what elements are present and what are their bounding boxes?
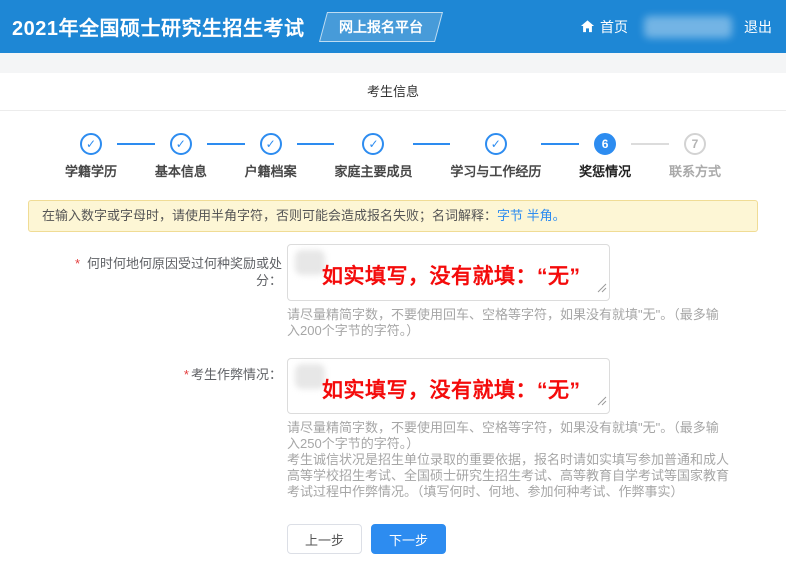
check-icon: ✓ (362, 133, 384, 155)
byte-term-link[interactable]: 字节 (497, 208, 523, 223)
step-label: 学习与工作经历 (450, 161, 541, 180)
previous-step-button[interactable]: 上一步 (287, 524, 362, 554)
page-title: 2021年全国硕士研究生招生考试 (12, 12, 305, 41)
reward-punishment-help-text: 请尽量精简字数，不要使用回车、空格等字符，如果没有就填"无"。（最多输 入200… (287, 307, 769, 339)
step-xuexi-gongzuo: ✓ 学习与工作经历 (450, 133, 541, 180)
step-connector (413, 143, 451, 145)
candidate-info-panel: 考生信息 ✓ 学籍学历 ✓ 基本信息 ✓ 户籍档案 ✓ 家庭主要成员 ✓ 学习与… (0, 73, 786, 566)
username-redacted (644, 16, 732, 38)
next-step-button[interactable]: 下一步 (371, 524, 446, 554)
notice-suffix: 。 (553, 208, 566, 223)
step-connector (207, 143, 245, 145)
step-label: 联系方式 (669, 161, 721, 180)
integrity-explanation-text: 考生诚信状况是招生单位录取的重要依据，报名时请如实填写参加普通和成人 高等学校招… (287, 452, 769, 500)
resize-handle-icon[interactable] (597, 393, 607, 411)
home-link-label: 首页 (600, 17, 628, 37)
reward-punishment-row: *何时何地何原因受过何种奖励或处分： 如实填写，没有就填：“无” (0, 244, 786, 301)
reward-punishment-label: *何时何地何原因受过何种奖励或处分： (0, 244, 282, 289)
step-number: 6 (594, 133, 616, 155)
halfwidth-notice-banner: 在输入数字或字母时，请使用半角字符，否则可能会造成报名失败；名词解释：字节 半角… (28, 200, 758, 232)
step-label: 学籍学历 (65, 161, 117, 180)
redacted-entry-blur (295, 364, 325, 389)
step-connector (541, 143, 579, 145)
cheating-record-label: *考生作弊情况： (0, 358, 282, 383)
step-jiangcheng-qingkuang-active: 6 奖惩情况 (579, 133, 631, 180)
section-title: 考生信息 (0, 73, 786, 111)
resize-handle-icon[interactable] (597, 280, 607, 298)
step-indicator: ✓ 学籍学历 ✓ 基本信息 ✓ 户籍档案 ✓ 家庭主要成员 ✓ 学习与工作经历 … (65, 133, 721, 180)
reward-punishment-label-text: 何时何地何原因受过何种奖励或处分： (82, 255, 282, 289)
step-xueji-xueli: ✓ 学籍学历 (65, 133, 117, 180)
step-jiben-xinxi: ✓ 基本信息 (155, 133, 207, 180)
app-header: 2021年全国硕士研究生招生考试 网上报名平台 首页 退出 (0, 0, 786, 53)
required-asterisk: * (75, 256, 80, 271)
step-label: 基本信息 (155, 161, 207, 180)
reward-punishment-form: *何时何地何原因受过何种奖励或处分： 如实填写，没有就填：“无” 请尽量精简字数… (0, 244, 786, 566)
step-connector (117, 143, 155, 145)
header-right: 首页 退出 (580, 16, 772, 38)
home-link[interactable]: 首页 (580, 17, 628, 37)
check-icon: ✓ (80, 133, 102, 155)
check-icon: ✓ (260, 133, 282, 155)
step-jiating-chengyuan: ✓ 家庭主要成员 (334, 133, 412, 180)
platform-badge-label: 网上报名平台 (339, 17, 423, 37)
platform-badge: 网上报名平台 (318, 12, 442, 42)
redacted-entry-blur (295, 250, 325, 275)
logout-link[interactable]: 退出 (744, 17, 772, 37)
notice-text: 在输入数字或字母时，请使用半角字符，否则可能会造成报名失败；名词解释： (42, 208, 497, 223)
step-label: 奖惩情况 (579, 161, 631, 180)
wizard-buttons: 上一步 下一步 (287, 524, 786, 566)
cheating-record-label-text: 考生作弊情况： (191, 366, 282, 383)
cheating-record-help-text: 请尽量精简字数，不要使用回车、空格等字符，如果没有就填"无"。（最多输 入250… (287, 420, 769, 452)
step-huji-dangan: ✓ 户籍档案 (245, 133, 297, 180)
step-label: 户籍档案 (245, 161, 297, 180)
cheating-record-textarea[interactable]: 如实填写，没有就填：“无” (287, 358, 610, 414)
fill-instruction-annotation: 如实填写，没有就填：“无” (322, 374, 581, 404)
required-asterisk: * (184, 367, 189, 382)
check-icon: ✓ (485, 133, 507, 155)
home-icon (580, 19, 595, 34)
cheating-record-row: *考生作弊情况： 如实填写，没有就填：“无” (0, 358, 786, 414)
step-connector (631, 143, 669, 145)
step-lianxi-fangshi: 7 联系方式 (669, 133, 721, 180)
fill-instruction-annotation: 如实填写，没有就填：“无” (322, 260, 581, 290)
check-icon: ✓ (170, 133, 192, 155)
step-connector (297, 143, 335, 145)
step-number: 7 (684, 133, 706, 155)
step-label: 家庭主要成员 (334, 161, 412, 180)
reward-punishment-textarea[interactable]: 如实填写，没有就填：“无” (287, 244, 610, 301)
halfwidth-term-link[interactable]: 半角 (527, 208, 553, 223)
